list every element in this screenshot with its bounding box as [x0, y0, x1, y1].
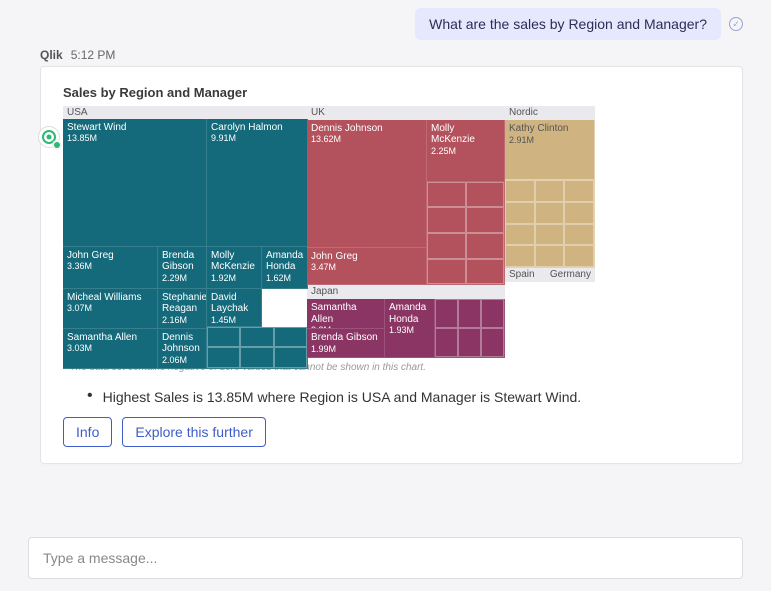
- region-header-germany: Germany: [546, 268, 595, 282]
- message-sent-icon: ✓: [729, 17, 743, 31]
- treemap-cell[interactable]: Kathy Clinton2.91M: [505, 120, 595, 180]
- treemap-cell[interactable]: Brenda Gibson2.29M: [158, 247, 207, 289]
- user-message-bubble: What are the sales by Region and Manager…: [415, 8, 721, 40]
- chart-title: Sales by Region and Manager: [63, 85, 720, 100]
- explore-further-button[interactable]: Explore this further: [122, 417, 266, 447]
- region-header-japan: Japan: [307, 285, 505, 299]
- treemap-cell[interactable]: [505, 282, 546, 358]
- treemap-cell[interactable]: [435, 299, 505, 358]
- treemap-cell[interactable]: [207, 327, 308, 369]
- info-button[interactable]: Info: [63, 417, 112, 447]
- treemap-cell[interactable]: Molly McKenzie2.25M: [427, 120, 505, 182]
- treemap-cell[interactable]: David Laychak1.45M: [207, 289, 262, 327]
- treemap-cell[interactable]: Dennis Johnson2.06M: [158, 329, 207, 369]
- treemap-cell[interactable]: John Greg3.47M: [307, 248, 427, 286]
- treemap-cell[interactable]: Amanda Honda1.93M: [385, 299, 435, 358]
- treemap-cell[interactable]: [427, 182, 505, 286]
- treemap-cell[interactable]: Samantha Allen2.3M: [307, 299, 385, 329]
- treemap-cell[interactable]: Dennis Johnson13.62M: [307, 120, 427, 248]
- bot-timestamp: 5:12 PM: [71, 48, 116, 62]
- treemap-cell[interactable]: Carolyn Halmon9.91M: [207, 119, 308, 247]
- region-header-uk: UK: [307, 106, 505, 120]
- compose-input[interactable]: Type a message...: [28, 537, 743, 579]
- insight-text: Highest Sales is 13.85M where Region is …: [103, 389, 582, 405]
- response-card: Sales by Region and Manager USA Stewart …: [40, 66, 743, 464]
- bot-name: Qlik: [40, 48, 63, 62]
- treemap-cell[interactable]: Stewart Wind13.85M: [63, 119, 207, 247]
- treemap-cell[interactable]: Micheal Williams3.07M: [63, 289, 158, 329]
- region-header-usa: USA: [63, 106, 307, 119]
- treemap-cell[interactable]: [546, 282, 595, 358]
- treemap-cell[interactable]: Molly McKenzie1.92M: [207, 247, 262, 289]
- region-header-spain: Spain: [505, 268, 546, 282]
- region-header-nordic: Nordic: [505, 106, 595, 120]
- treemap-cell[interactable]: Stephanie Reagan2.16M: [158, 289, 207, 329]
- treemap-cell[interactable]: Samantha Allen3.03M: [63, 329, 158, 369]
- treemap-chart[interactable]: USA Stewart Wind13.85M John Greg3.36M Br…: [63, 106, 595, 358]
- treemap-cell[interactable]: [505, 180, 595, 268]
- treemap-cell[interactable]: Brenda Gibson1.99M: [307, 329, 385, 358]
- bot-avatar: [38, 126, 60, 148]
- treemap-cell[interactable]: Amanda Honda1.62M: [262, 247, 308, 289]
- bullet-icon: •: [87, 389, 93, 403]
- treemap-cell[interactable]: John Greg3.36M: [63, 247, 158, 289]
